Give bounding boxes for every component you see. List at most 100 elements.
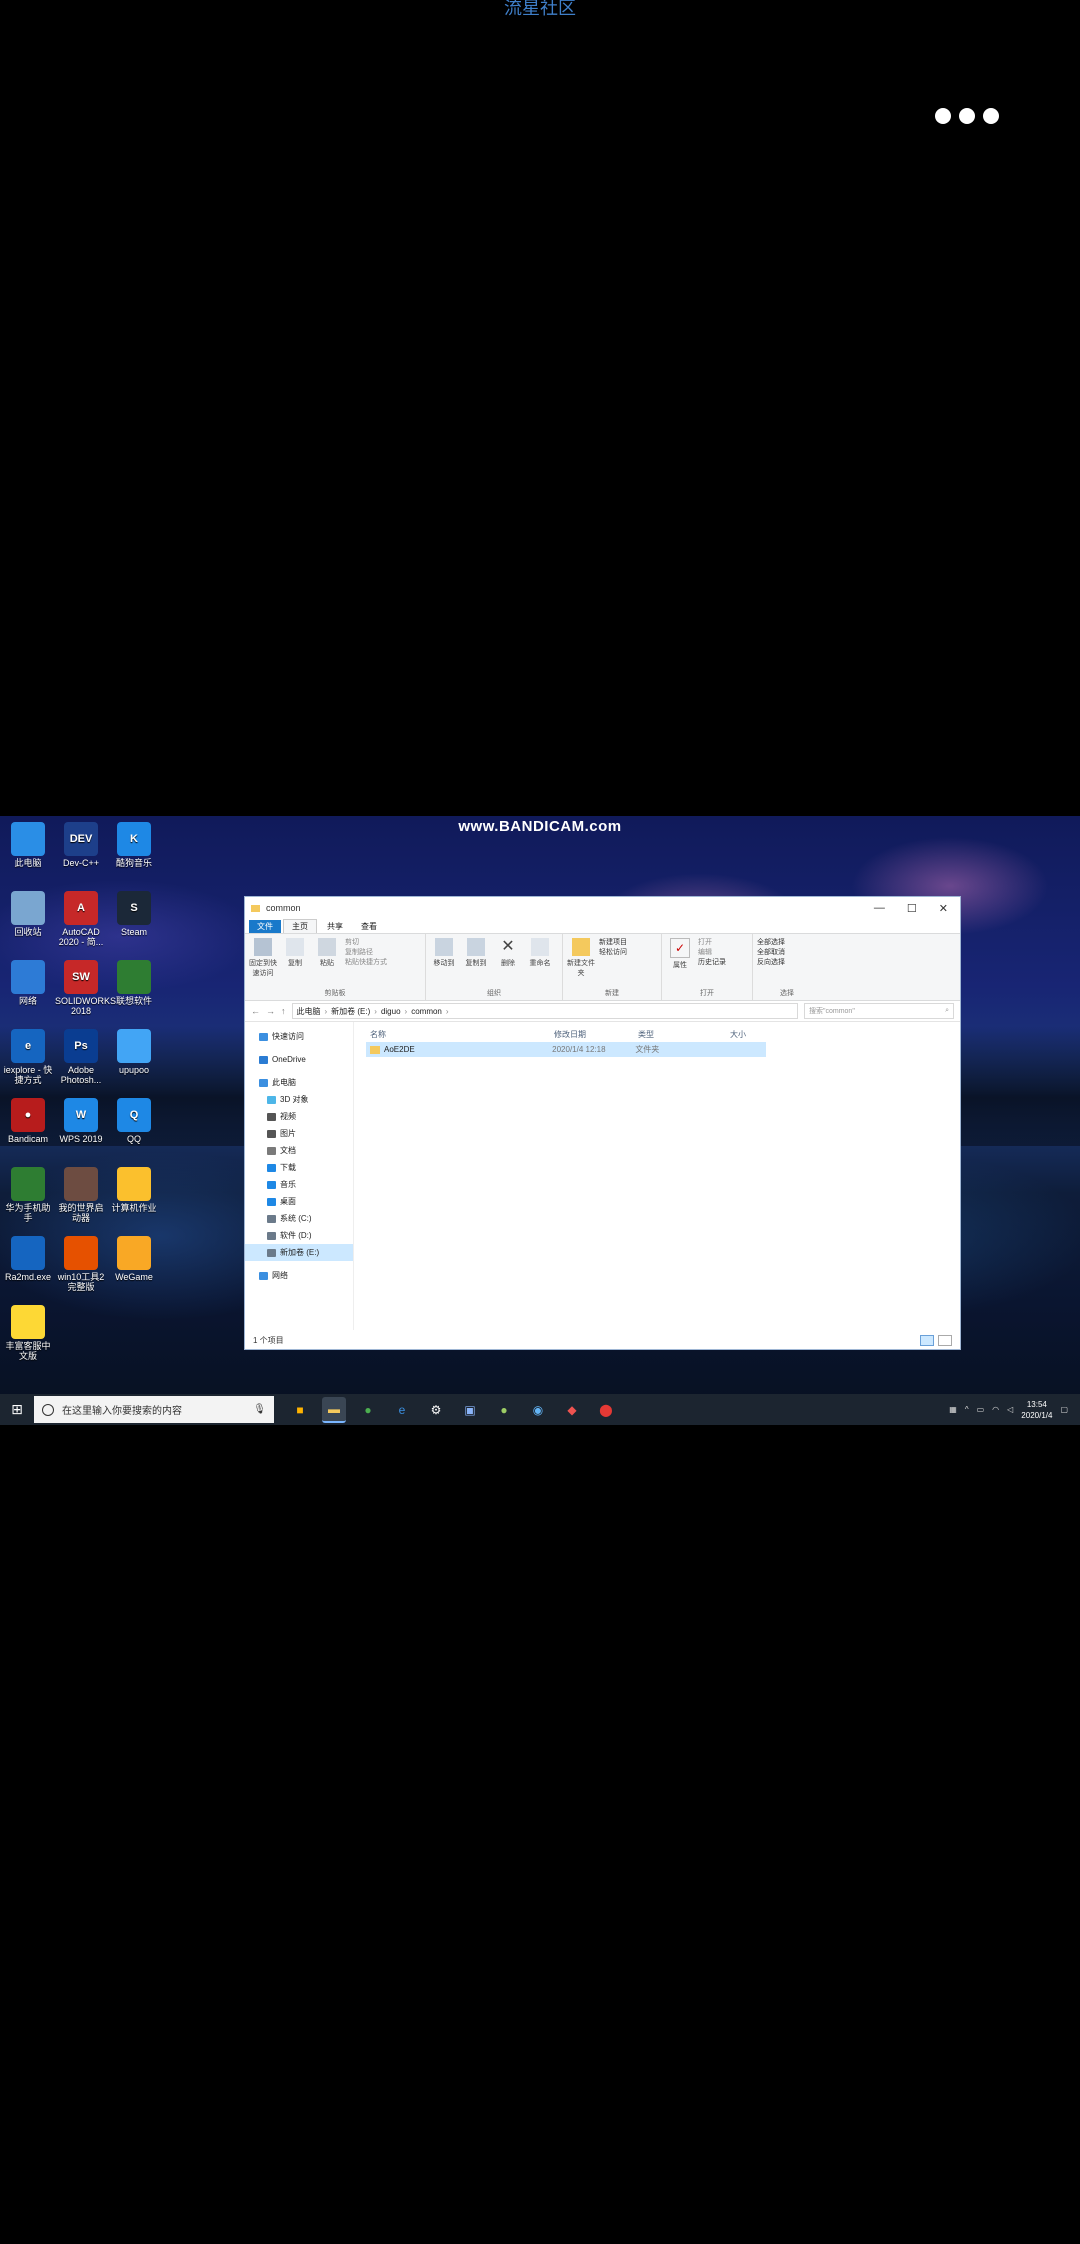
nav-item[interactable]: 快速访问	[245, 1028, 353, 1045]
select-none-button[interactable]: 全部取消	[757, 948, 785, 958]
desktop-icon[interactable]: WeGame	[108, 1236, 160, 1282]
desktop-icon[interactable]: Ps Adobe Photosh...	[55, 1029, 107, 1085]
wifi-icon[interactable]: ◠	[992, 1405, 999, 1414]
wechat-icon[interactable]: ●	[356, 1398, 380, 1422]
nav-item[interactable]: 网络	[245, 1267, 353, 1284]
nav-item[interactable]: 3D 对象	[245, 1091, 353, 1108]
desktop-icon[interactable]: Q QQ	[108, 1098, 160, 1144]
table-row[interactable]: AoE2DE 2020/1/4 12:18 文件夹	[366, 1042, 766, 1057]
back-arrow-icon[interactable]: ←	[251, 1006, 260, 1016]
column-size[interactable]: 大小	[730, 1029, 770, 1040]
tab-view[interactable]: 查看	[353, 920, 385, 933]
desktop-icon[interactable]: 联想软件	[108, 960, 160, 1006]
new-item-button[interactable]: 新建项目	[599, 938, 627, 948]
history-button[interactable]: 历史记录	[698, 958, 726, 968]
group-caption: 组织	[487, 990, 501, 997]
easy-access-button[interactable]: 轻松访问	[599, 948, 627, 958]
desktop-icon[interactable]: A AutoCAD 2020 - 简...	[55, 891, 107, 947]
desktop-icon[interactable]: 网络	[2, 960, 54, 1006]
tab-file[interactable]: 文件	[249, 919, 281, 933]
nav-item[interactable]: 下载	[245, 1159, 353, 1176]
desktop-icon[interactable]: DEV Dev-C++	[55, 822, 107, 868]
search-input[interactable]: 搜索"common" ⌕	[804, 1003, 954, 1019]
more-options-button[interactable]	[935, 108, 999, 124]
desktop-icon-label: 酷狗音乐	[115, 858, 152, 868]
desktop-icon[interactable]: ● Bandicam	[2, 1098, 54, 1144]
status-bar: 1 个项目	[245, 1330, 960, 1350]
desktop-icon[interactable]: 此电脑	[2, 822, 54, 868]
copy-path-button[interactable]: 复制路径	[345, 948, 387, 958]
details-view-icon[interactable]	[920, 1334, 934, 1346]
nav-item[interactable]: 软件 (D:)	[245, 1227, 353, 1244]
chevron-up-icon[interactable]: ^	[965, 1405, 969, 1414]
desktop-icon[interactable]: upupoo	[108, 1029, 160, 1075]
file-explorer-icon[interactable]: ▬	[322, 1396, 346, 1423]
cut-button[interactable]: 剪切	[345, 938, 387, 948]
desktop-icon-label: 华为手机助手	[5, 1203, 51, 1223]
large-icons-view-icon[interactable]	[938, 1334, 952, 1346]
app-icon[interactable]: ◉	[526, 1398, 550, 1422]
column-name[interactable]: 名称	[366, 1029, 554, 1040]
nav-item[interactable]: 视频	[245, 1108, 353, 1125]
volume-icon[interactable]: ◁	[1007, 1405, 1013, 1414]
nav-item[interactable]: 此电脑	[245, 1074, 353, 1091]
desktop-icon[interactable]: win10工具2 完整版	[55, 1236, 107, 1292]
forward-arrow-icon[interactable]: →	[266, 1006, 275, 1016]
nav-item[interactable]: 图片	[245, 1125, 353, 1142]
nav-label: 下载	[280, 1163, 296, 1172]
close-button[interactable]: ✕	[939, 902, 948, 915]
windows-start-icon[interactable]: ⊞	[0, 1401, 34, 1418]
taskbar-search[interactable]: 在这里输入你要搜索的内容 🎙	[34, 1396, 274, 1423]
up-arrow-icon[interactable]: ↑	[281, 1006, 286, 1016]
edge-icon[interactable]: e	[390, 1398, 414, 1422]
maximize-button[interactable]: ☐	[907, 902, 917, 915]
breadcrumb-item[interactable]: 此电脑	[297, 1006, 321, 1017]
desktop-icon[interactable]: e iexplore - 快捷方式	[2, 1029, 54, 1085]
minimize-button[interactable]: —	[874, 902, 885, 915]
nav-item[interactable]: 新加卷 (E:)	[245, 1244, 353, 1261]
battery-icon[interactable]: ▭	[977, 1405, 985, 1414]
desktop-icon[interactable]: K 酷狗音乐	[108, 822, 160, 868]
desktop-icon[interactable]: W WPS 2019	[55, 1098, 107, 1144]
desktop-icon[interactable]: 我的世界启动器	[55, 1167, 107, 1223]
breadcrumb-item[interactable]: 新加卷 (E:)	[331, 1006, 370, 1017]
desktop-icon[interactable]: SW SOLIDWORKS 2018	[55, 960, 116, 1016]
breadcrumb-item[interactable]: common	[411, 1007, 442, 1016]
breadcrumb-item[interactable]: diguo	[381, 1007, 401, 1016]
open-button[interactable]: 打开	[698, 938, 726, 948]
app-icon[interactable]: ▣	[458, 1398, 482, 1422]
notification-icon[interactable]: ▢	[1060, 1405, 1068, 1414]
invert-selection-button[interactable]: 反向选择	[757, 958, 785, 968]
microphone-icon[interactable]: 🎙	[253, 1404, 266, 1415]
navigation-pane: 快速访问 OneDrive 此电脑 3D 对象 视频 图片 文档下载音乐 桌面 系统 (C:) 软…	[245, 1022, 354, 1330]
address-bar[interactable]: 此电脑 › 新加卷 (E:) › diguo › common ›	[291, 1003, 798, 1019]
column-type[interactable]: 类型	[638, 1029, 730, 1040]
settings-gear-icon[interactable]: ⚙	[424, 1398, 448, 1422]
column-date[interactable]: 修改日期	[554, 1029, 638, 1040]
desktop-icon[interactable]: 华为手机助手	[2, 1167, 54, 1223]
store-icon[interactable]: ■	[288, 1398, 312, 1422]
edit-button[interactable]: 编辑	[698, 948, 726, 958]
keyboard-icon[interactable]: ▦	[949, 1405, 957, 1414]
nav-item[interactable]: 系统 (C:)	[245, 1210, 353, 1227]
video-frame[interactable]: www.BANDICAM.com 此电脑 DEV Dev-C++ K 酷狗音乐 回收站 A A…	[0, 816, 1080, 1425]
desktop-icon[interactable]: 丰富客服中文版	[2, 1305, 54, 1361]
desktop-icon[interactable]: 回收站	[2, 891, 54, 937]
app-icon[interactable]: ◆	[560, 1398, 584, 1422]
desktop-icon[interactable]: S Steam	[108, 891, 160, 937]
nav-item[interactable]: OneDrive	[245, 1051, 353, 1068]
desktop-icon[interactable]: Ra2md.exe	[2, 1236, 54, 1282]
desktop-icon[interactable]: 计算机作业	[108, 1167, 160, 1213]
paste-shortcut-button[interactable]: 粘贴快捷方式	[345, 958, 387, 968]
nav-item[interactable]: 音乐	[245, 1176, 353, 1193]
clock[interactable]: 13:54 2020/1/4	[1021, 1399, 1052, 1421]
tab-home[interactable]: 主页	[283, 919, 317, 933]
dot-icon	[983, 108, 999, 124]
bandicam-record-icon[interactable]: ⬤	[594, 1398, 618, 1422]
search-icon	[42, 1403, 54, 1416]
tab-share[interactable]: 共享	[319, 920, 351, 933]
app-icon[interactable]: ●	[492, 1398, 516, 1422]
nav-item[interactable]: 文档	[245, 1142, 353, 1159]
nav-item[interactable]: 桌面	[245, 1193, 353, 1210]
select-all-button[interactable]: 全部选择	[757, 938, 785, 948]
